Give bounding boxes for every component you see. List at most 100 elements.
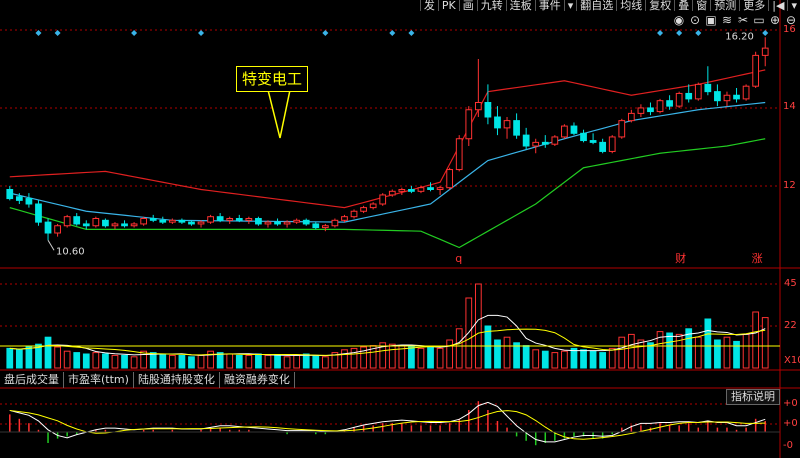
volume-bar: [627, 333, 635, 369]
volume-bar: [570, 347, 578, 369]
toolbar-item[interactable]: ▾: [787, 0, 800, 11]
volume-bar: [63, 350, 71, 369]
candle-body: [752, 54, 760, 87]
volume-bar: [742, 333, 750, 369]
volume-bar: [580, 349, 587, 369]
candle-body: [140, 218, 148, 225]
candle-body: [302, 219, 310, 225]
volume-bar: [513, 342, 520, 369]
event-diamond-marker: [657, 30, 664, 36]
monitor-icon[interactable]: ▭: [752, 13, 766, 27]
toolbar-item[interactable]: 连板: [505, 0, 535, 11]
toolbar-item[interactable]: 预测: [710, 0, 739, 11]
event-diamond-marker: [762, 30, 769, 36]
candle-body: [255, 218, 262, 225]
volume-bar: [274, 354, 281, 369]
candle-body: [465, 109, 473, 140]
volume-bar: [637, 339, 645, 369]
volume-bar: [321, 356, 329, 369]
toolbar-item[interactable]: 窗: [692, 0, 710, 11]
toolbar-item[interactable]: |◀: [768, 0, 787, 11]
volume-bar: [494, 339, 501, 369]
toolbar-item[interactable]: PK: [437, 0, 459, 11]
volume-bar: [25, 346, 33, 369]
event-diamond-marker: [389, 30, 396, 36]
volume-bar: [92, 352, 100, 369]
camera-icon[interactable]: ▣: [704, 13, 718, 27]
volume-bar: [312, 354, 320, 369]
candle-body: [618, 120, 626, 138]
candle-body: [570, 125, 578, 134]
indicator-tab[interactable]: 市盈率(ttm): [64, 372, 134, 388]
candle-body: [63, 216, 71, 227]
volume-bar: [474, 283, 482, 369]
volume-bar: [168, 354, 176, 369]
stock-chart[interactable]: 16.20 10.60 q 财 涨: [0, 0, 800, 458]
toolbar-item[interactable]: 画: [458, 0, 477, 11]
volume-bar: [388, 343, 396, 369]
stock-name-annotation: 特变电工: [236, 66, 309, 92]
volume-bar: [15, 349, 23, 369]
volume-bar: [159, 353, 167, 369]
candle-body: [742, 85, 750, 100]
event-marker-label: 财: [675, 251, 686, 265]
candle-body: [331, 219, 339, 227]
low-price-label: 10.60: [56, 246, 85, 257]
toolbar-item[interactable]: 翻自选: [576, 0, 616, 11]
candle-body: [446, 169, 454, 189]
volume-bar: [589, 350, 597, 369]
toolbar-item[interactable]: 均线: [616, 0, 645, 11]
lock-icon[interactable]: ⊙: [688, 13, 702, 27]
volume-bar: [694, 336, 702, 369]
volume-bar: [522, 345, 530, 369]
toolbar-item[interactable]: ▾: [563, 0, 577, 11]
toolbar-item[interactable]: 复权: [645, 0, 674, 11]
indicator-tab[interactable]: 盘后成交量: [0, 372, 64, 388]
low-price-leader: [47, 239, 55, 251]
chart-icon-row: ◉ ⊙ ▣ ≋ ✂ ▭ ⊕ ⊖: [672, 13, 798, 27]
price-axis-label: 12: [783, 180, 796, 191]
volume-axis-label: 45: [784, 278, 797, 289]
toolbar-item[interactable]: 更多: [739, 0, 768, 11]
candle-body: [6, 189, 14, 200]
candle-body: [647, 107, 654, 113]
indicator-explain-button[interactable]: 指标说明: [726, 389, 780, 405]
wave-icon[interactable]: ≋: [720, 13, 734, 27]
candle-body: [580, 132, 587, 142]
volume-bar: [551, 352, 559, 369]
toolbar-item[interactable]: 事件: [534, 0, 564, 11]
volume-bar: [427, 346, 434, 369]
candle-body: [551, 136, 559, 145]
candle-body: [513, 120, 520, 136]
volume-bar: [197, 354, 205, 369]
toolbar-item[interactable]: 九转: [476, 0, 506, 11]
volume-bar: [226, 353, 234, 369]
volume-bar: [73, 352, 81, 369]
indicator-tab[interactable]: 融资融券变化: [220, 372, 295, 388]
candle-body: [102, 219, 109, 227]
candle-body: [226, 218, 234, 221]
candle-body: [666, 100, 673, 107]
volume-bar: [599, 352, 607, 369]
volume-bar: [446, 339, 454, 369]
candle-body: [733, 94, 740, 100]
indicator-tab[interactable]: 陆股通持股变化: [134, 372, 220, 388]
volume-bar: [647, 342, 654, 369]
volume-bar: [121, 354, 128, 369]
candle-body: [723, 94, 731, 102]
candle-body: [637, 107, 645, 114]
candle-body: [398, 189, 406, 192]
candle-body: [685, 92, 693, 100]
volume-bar: [341, 349, 348, 369]
volume-bar: [302, 353, 310, 369]
toolbar-item[interactable]: 叠: [674, 0, 692, 11]
zoom-in-icon[interactable]: ⊕: [768, 13, 782, 27]
candle-body: [216, 216, 224, 221]
scissors-icon[interactable]: ✂: [736, 13, 750, 27]
eye-icon[interactable]: ◉: [672, 13, 686, 27]
volume-bar: [484, 325, 492, 369]
candle-body: [379, 194, 387, 205]
volume-bar: [82, 353, 90, 369]
volume-bar: [561, 350, 568, 369]
toolbar-item[interactable]: 发: [419, 0, 438, 11]
